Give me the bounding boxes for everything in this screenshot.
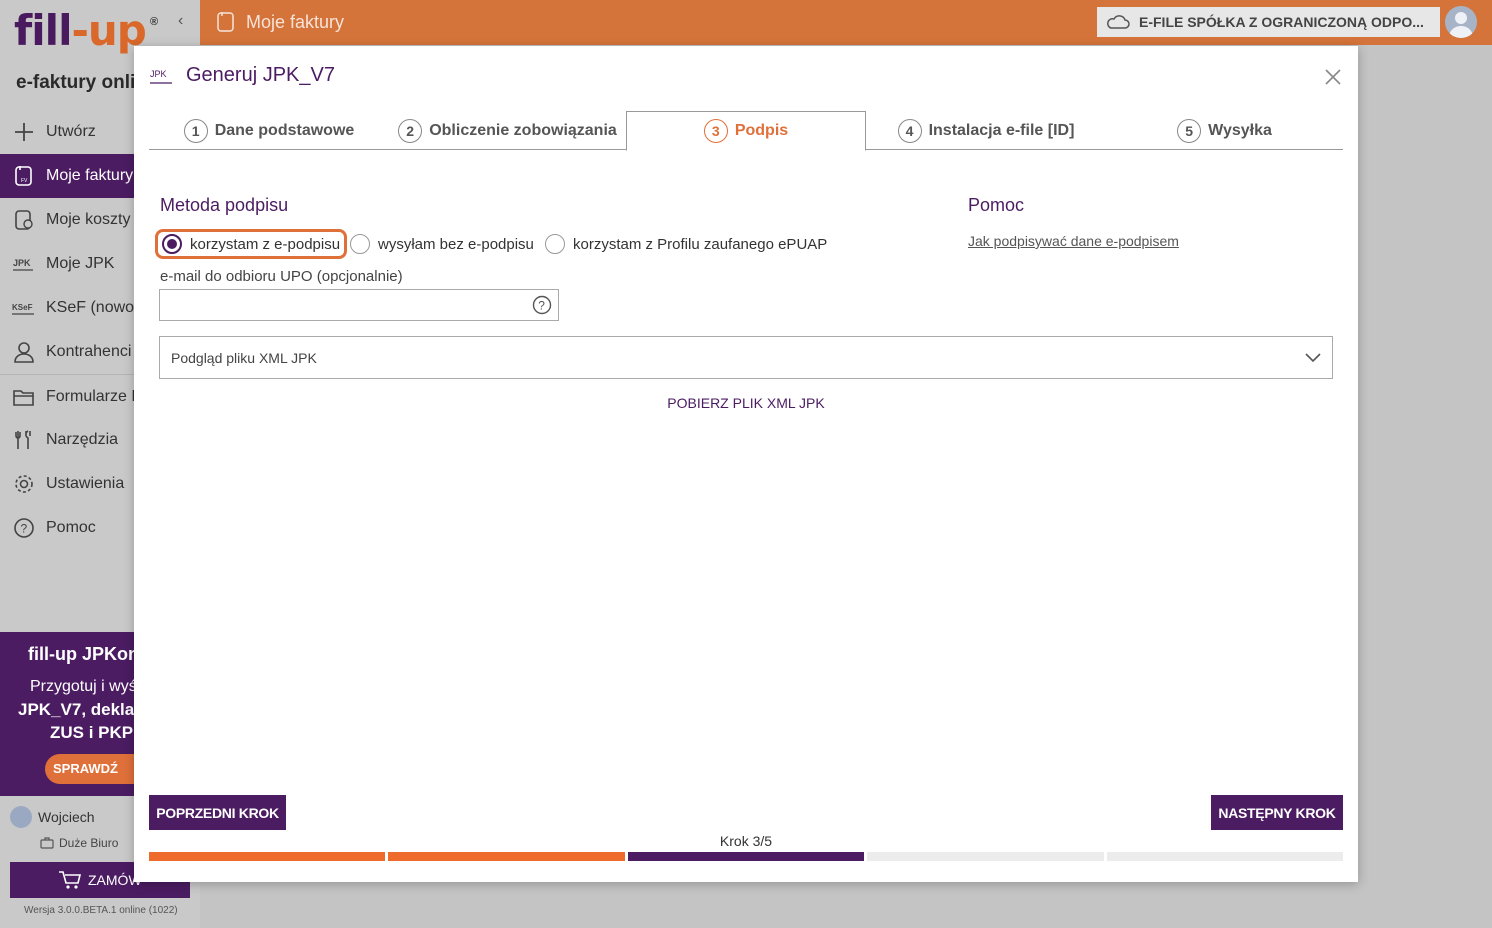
invoice-icon (217, 12, 234, 32)
close-icon[interactable] (1324, 68, 1342, 86)
radio-profil-zaufany[interactable]: korzystam z Profilu zaufanego ePUAP (545, 229, 827, 259)
gear-icon (12, 472, 36, 496)
company-name: E-FILE SPÓŁKA Z OGRANICZONĄ ODPO... (1139, 14, 1424, 30)
progress-segment (149, 852, 386, 861)
download-xml-link[interactable]: POBIERZ PLIK XML JPK (134, 395, 1358, 411)
sidebar-item-label: Ustawienia (46, 475, 125, 492)
user-avatar[interactable] (1445, 6, 1477, 38)
sidebar-item-label: Narzędzia (46, 431, 119, 448)
tab-label: Instalacja e-file [ID] (928, 121, 1075, 139)
xml-preview-dropdown[interactable]: Podgląd pliku XML JPK (159, 336, 1333, 379)
radio-indicator (545, 234, 565, 254)
cloud-icon (1107, 15, 1130, 29)
step-number: 1 (183, 118, 208, 143)
radio-label: korzystam z e-podpisu (190, 235, 341, 253)
cart-icon (59, 871, 82, 889)
radio-label: korzystam z Profilu zaufanego ePUAP (573, 235, 828, 253)
chevron-down-icon (1305, 353, 1321, 363)
radio-indicator (162, 234, 182, 254)
xml-preview-label: Podgląd pliku XML JPK (171, 349, 317, 366)
step-number: 3 (703, 119, 728, 143)
svg-text:JPK: JPK (150, 69, 167, 79)
avatar (10, 806, 32, 828)
help-icon: ? (12, 516, 36, 540)
version-text: Wersja 3.0.0.BETA.1 online (1022) (24, 905, 178, 916)
svg-text:FV: FV (21, 178, 28, 184)
step-progress-bar (149, 852, 1344, 861)
tab-podpis[interactable]: 3 Podpis (626, 111, 866, 151)
svg-text:?: ? (21, 522, 28, 536)
topbar: Moje faktury E-FILE SPÓŁKA Z OGRANICZONĄ… (200, 0, 1492, 45)
user-icon (12, 340, 36, 364)
progress-segment (867, 852, 1104, 861)
briefcase-icon (40, 837, 54, 849)
user-plan: Duże Biuro (40, 836, 118, 850)
promo-line: Przygotuj i wyślij (30, 678, 148, 695)
tab-wysylka[interactable]: 5 Wysyłka (1106, 111, 1343, 150)
sidebar-item-label: Moje JPK (46, 255, 115, 272)
user-plan-label: Duże Biuro (59, 836, 119, 850)
radio-bez-podpisu[interactable]: wysyłam bez e-podpisu (350, 229, 534, 259)
modal-title: Generuj JPK_V7 (186, 64, 335, 86)
previous-step-button[interactable]: POPRZEDNI KROK (149, 795, 286, 830)
radio-label: wysyłam bez e-podpisu (378, 235, 534, 253)
radio-indicator (350, 234, 370, 254)
sidebar-item-label: Moje faktury (46, 167, 134, 184)
costs-icon (12, 208, 36, 232)
page-title-text: Moje faktury (246, 11, 345, 32)
svg-text:KSeF: KSeF (12, 303, 33, 312)
sidebar-item-label: Pomoc (46, 519, 96, 536)
generate-jpk-modal: JPK Generuj JPK_V7 1 Dane podstawowe 2 O… (134, 46, 1358, 882)
logo: fill-up (14, 6, 147, 55)
invoice-icon: FV (12, 164, 36, 188)
tab-dane-podstawowe[interactable]: 1 Dane podstawowe (149, 111, 389, 150)
upo-email-input[interactable] (160, 290, 520, 320)
step-indicator: Krok 3/5 (719, 833, 773, 849)
page-title: Moje faktury (216, 11, 344, 33)
jpk-icon: JPK (12, 252, 36, 276)
tools-icon (12, 428, 36, 452)
progress-segment (388, 852, 625, 861)
tab-label: Dane podstawowe (214, 121, 355, 139)
company-selector[interactable]: E-FILE SPÓŁKA Z OGRANICZONĄ ODPO... (1097, 7, 1440, 37)
tab-obliczenie-zobowiazania[interactable]: 2 Obliczenie zobowiązania (389, 111, 626, 150)
radio-e-podpis[interactable]: korzystam z e-podpisu (155, 229, 348, 259)
download-xml-label[interactable]: POBIERZ PLIK XML JPK (667, 395, 824, 411)
step-number: 2 (398, 118, 423, 143)
svg-text:?: ? (538, 299, 545, 313)
step-number: 5 (1177, 118, 1202, 143)
next-step-button[interactable]: NASTĘPNY KROK (1211, 795, 1343, 830)
user-info[interactable]: Wojciech (10, 806, 95, 828)
avatar-icon (1449, 12, 1473, 38)
progress-segment (1106, 852, 1344, 861)
tab-instalacja-efile[interactable]: 4 Instalacja e-file [ID] (866, 111, 1106, 150)
wizard-tabs: 1 Dane podstawowe 2 Obliczenie zobowiąza… (149, 111, 1343, 151)
folder-icon (12, 385, 36, 409)
sidebar-item-label: Utwórz (46, 123, 96, 140)
tab-label: Wysyłka (1208, 121, 1272, 139)
ksef-icon: KSeF (12, 296, 36, 320)
sidebar-item-label: Kontrahenci (46, 343, 132, 360)
plus-icon (12, 120, 36, 144)
svg-text:JPK: JPK (13, 258, 31, 268)
email-label: e-mail do odbioru UPO (opcjonalnie) (160, 268, 403, 285)
progress-segment (627, 852, 865, 861)
sidebar-item-label: Moje koszty (46, 211, 131, 228)
email-field-wrapper: ? (159, 289, 559, 321)
tab-label: Obliczenie zobowiązania (429, 121, 617, 139)
help-link-e-podpis[interactable]: Jak podpisywać dane e-podpisem (968, 233, 1179, 249)
signature-method-heading: Metoda podpisu (160, 195, 289, 215)
modal-header: JPK Generuj JPK_V7 (150, 64, 335, 87)
help-heading: Pomoc (968, 195, 1025, 215)
step-number: 4 (897, 118, 922, 143)
question-icon[interactable]: ? (532, 295, 552, 315)
registered-mark: ® (150, 16, 159, 28)
jpk-icon: JPK (150, 69, 172, 84)
tab-label: Podpis (734, 122, 789, 139)
user-name: Wojciech (38, 809, 95, 825)
collapse-sidebar-icon[interactable]: ‹ (178, 12, 183, 30)
